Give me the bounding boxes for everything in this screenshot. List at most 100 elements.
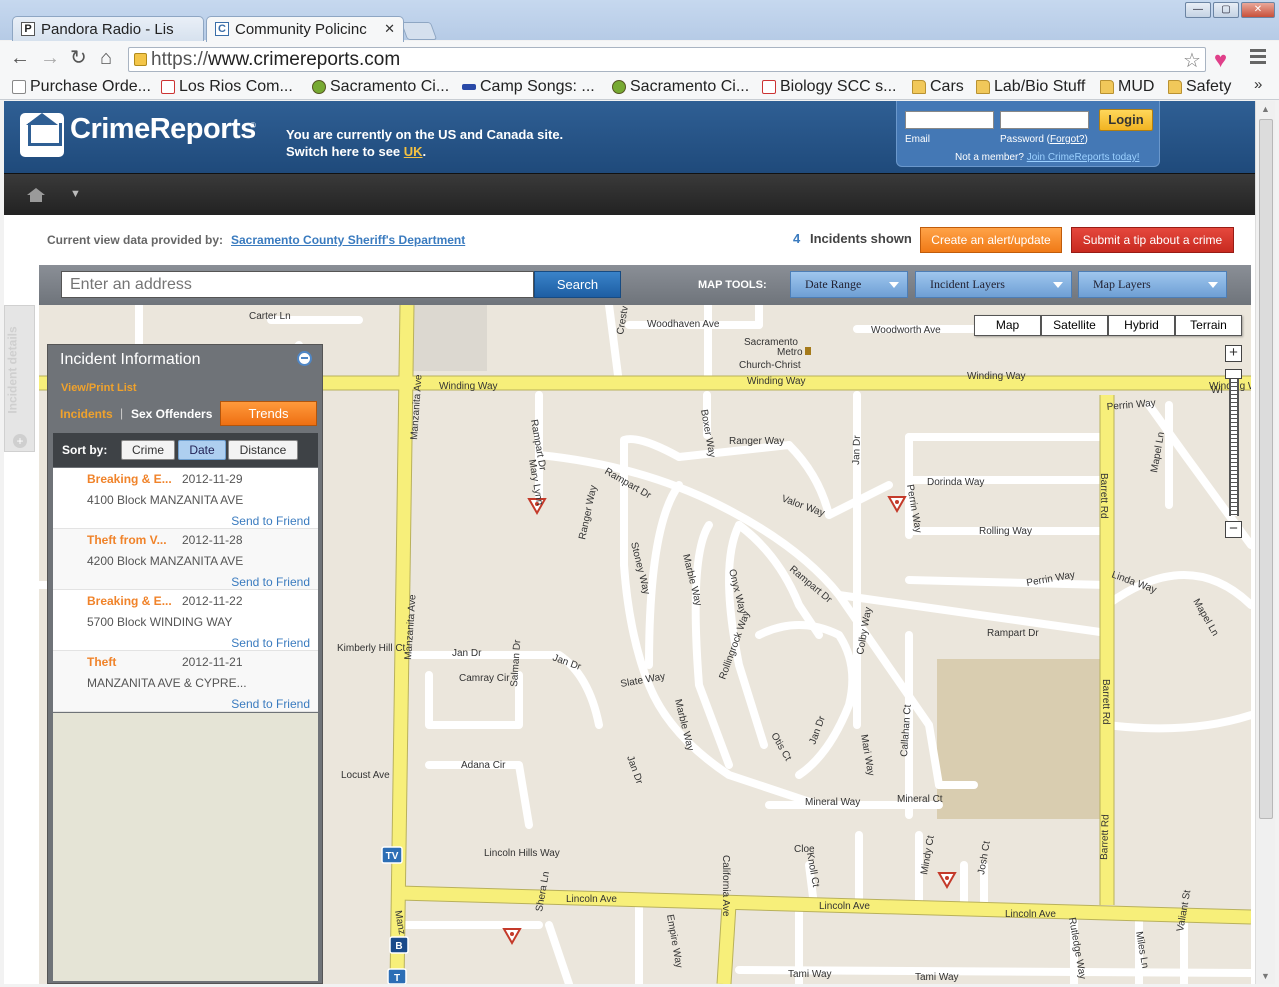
street-label: Woodworth Ave xyxy=(871,325,941,336)
heart-extension-icon[interactable]: ♥ xyxy=(1214,47,1227,73)
new-tab-button[interactable] xyxy=(400,22,438,40)
agency-link[interactable]: Sacramento County Sheriff's Department xyxy=(231,233,465,247)
street-label: Jan Dr xyxy=(452,648,482,659)
reload-icon[interactable]: ↻ xyxy=(70,48,87,68)
sort-crime-button[interactable]: Crime xyxy=(121,440,175,460)
incident-type[interactable]: Theft from V... xyxy=(87,533,177,547)
home-page-icon[interactable]: ⌂ xyxy=(100,48,112,68)
bookmark-folder[interactable]: Cars xyxy=(912,78,964,96)
incident-address: MANZANITA AVE & CYPRE... xyxy=(87,676,247,690)
password-field[interactable] xyxy=(1000,111,1089,129)
view-print-list-link[interactable]: View/Print List xyxy=(61,382,137,394)
submit-tip-button[interactable]: Submit a tip about a crime xyxy=(1071,227,1234,253)
forgot-link[interactable]: Forgot? xyxy=(1050,134,1084,145)
back-icon[interactable]: ← xyxy=(10,48,30,68)
site-logo[interactable]: CrimeReports xyxy=(70,113,256,146)
zoom-slider-track[interactable] xyxy=(1229,371,1239,516)
incident-date: 2012-11-28 xyxy=(182,533,243,547)
map-type-hybrid-button[interactable]: Hybrid xyxy=(1108,315,1175,336)
zoom-in-button[interactable]: + xyxy=(1225,345,1242,362)
bookmark-label: Lab/Bio Stuff xyxy=(994,78,1086,95)
bookmark-star-icon[interactable]: ☆ xyxy=(1183,48,1201,73)
folder-icon xyxy=(912,80,926,94)
site-nav-bar: ▼ xyxy=(4,173,1255,215)
scroll-up-icon[interactable]: ▲ xyxy=(1261,104,1270,114)
incident-row[interactable]: Theft from V... 2012-11-28 4200 Block MA… xyxy=(53,529,318,590)
login-button[interactable]: Login xyxy=(1099,109,1153,131)
bookmark-item[interactable]: Biology SCC s... xyxy=(762,78,896,96)
sort-date-button[interactable]: Date xyxy=(178,440,226,460)
uk-link[interactable]: UK xyxy=(404,144,423,159)
region-suffix: . xyxy=(422,144,427,159)
tab-pandora[interactable]: P Pandora Radio - Lis xyxy=(12,16,204,42)
close-tab-icon[interactable]: ✕ xyxy=(384,21,395,37)
send-to-friend-link[interactable]: Send to Friend xyxy=(231,636,310,650)
address-bar[interactable]: https://www.crimereports.com xyxy=(128,47,1206,72)
forward-icon[interactable]: → xyxy=(40,48,60,68)
create-alert-button[interactable]: Create an alert/update xyxy=(920,227,1062,253)
bookmark-item[interactable]: Sacramento Ci... xyxy=(612,78,749,96)
date-range-dropdown[interactable]: Date Range xyxy=(790,271,908,298)
incident-info-panel: Incident Information View/Print List Inc… xyxy=(47,344,323,984)
incident-row[interactable]: Theft 2012-11-21 MANZANITA AVE & CYPRE..… xyxy=(53,651,318,712)
address-search-input[interactable] xyxy=(61,271,534,298)
crimereports-logo-icon[interactable] xyxy=(20,113,64,157)
street-label: Winding Way xyxy=(439,381,498,392)
street-label: Lincoln Ave xyxy=(819,901,870,912)
expand-plus-icon[interactable]: + xyxy=(13,434,27,448)
bookmark-folder[interactable]: Safety xyxy=(1168,78,1231,96)
map-type-terrain-button[interactable]: Terrain xyxy=(1175,315,1242,336)
street-label: Camray Cir xyxy=(459,673,510,684)
page-scrollbar[interactable]: ▲ ▼ xyxy=(1255,101,1275,984)
zoom-slider-handle[interactable] xyxy=(1225,369,1242,379)
tab-incidents[interactable]: Incidents xyxy=(60,407,113,421)
send-to-friend-link[interactable]: Send to Friend xyxy=(231,697,310,711)
map-layers-dropdown[interactable]: Map Layers xyxy=(1078,271,1227,298)
incident-type[interactable]: Breaking & E... xyxy=(87,472,177,486)
street-label: Barrett Rd xyxy=(1100,679,1111,725)
close-window-button[interactable]: ✕ xyxy=(1241,2,1275,18)
collapse-minus-icon[interactable] xyxy=(297,351,312,366)
email-label: Email xyxy=(905,134,931,145)
trends-button[interactable]: Trends xyxy=(220,401,317,426)
menu-icon[interactable] xyxy=(1250,49,1266,67)
tab-sex-offenders[interactable]: Sex Offenders xyxy=(131,407,212,421)
incident-row[interactable]: Breaking & E... 2012-11-22 5700 Block WI… xyxy=(53,590,318,651)
incident-row[interactable]: Breaking & E... 2012-11-29 4100 Block MA… xyxy=(53,468,318,529)
more-bookmarks-icon[interactable]: » xyxy=(1254,76,1262,93)
bookmark-item[interactable]: Purchase Orde... xyxy=(12,78,151,96)
scrollbar-thumb[interactable] xyxy=(1259,119,1273,819)
home-icon[interactable] xyxy=(27,188,45,202)
minimize-button[interactable]: — xyxy=(1185,2,1211,18)
incident-layers-dropdown[interactable]: Incident Layers xyxy=(915,271,1072,298)
tab-label: Community Policinc xyxy=(235,21,367,38)
bookmark-item[interactable]: Sacramento Ci... xyxy=(312,78,449,96)
send-to-friend-link[interactable]: Send to Friend xyxy=(231,514,310,528)
street-label: Carter Ln xyxy=(249,311,291,322)
tab-label: Pandora Radio - Lis xyxy=(41,21,174,38)
lock-icon xyxy=(134,53,147,66)
map-type-map-button[interactable]: Map xyxy=(974,315,1041,336)
incident-type[interactable]: Theft xyxy=(87,655,177,669)
folder-icon xyxy=(1168,80,1182,94)
provided-by-label: Current view data provided by: xyxy=(47,233,224,247)
bookmark-item[interactable]: Camp Songs: ... xyxy=(462,78,595,96)
bookmark-folder[interactable]: MUD xyxy=(1100,78,1154,96)
bookmark-folder[interactable]: Lab/Bio Stuff xyxy=(976,78,1085,96)
zoom-out-button[interactable]: − xyxy=(1225,521,1242,538)
scroll-down-icon[interactable]: ▼ xyxy=(1261,971,1270,981)
maximize-button[interactable]: ▢ xyxy=(1213,2,1239,18)
incident-type[interactable]: Breaking & E... xyxy=(87,594,177,608)
email-field[interactable] xyxy=(905,111,994,129)
dropdown-label: Map Layers xyxy=(1093,277,1151,291)
map-type-satellite-button[interactable]: Satellite xyxy=(1041,315,1108,336)
incident-details-tab[interactable]: Incident details + xyxy=(4,305,35,452)
join-link[interactable]: Join CrimeReports today! xyxy=(1027,152,1140,163)
street-label: Rampart Dr xyxy=(987,628,1039,639)
bookmark-item[interactable]: Los Rios Com... xyxy=(161,78,293,96)
tab-community-policing[interactable]: C Community Policinc ✕ xyxy=(206,16,404,42)
send-to-friend-link[interactable]: Send to Friend xyxy=(231,575,310,589)
nav-dropdown-caret-icon[interactable]: ▼ xyxy=(70,188,81,200)
sort-distance-button[interactable]: Distance xyxy=(228,440,298,460)
search-button[interactable]: Search xyxy=(534,271,621,298)
